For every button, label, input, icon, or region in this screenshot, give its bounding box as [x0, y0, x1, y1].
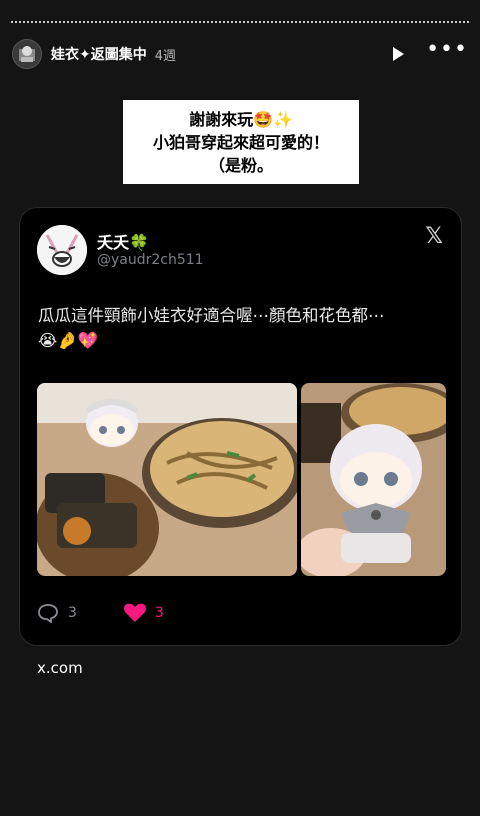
more-options-icon[interactable]: ••• — [426, 39, 468, 61]
x-logo-icon: 𝕏 — [425, 224, 443, 249]
tweet-text-line-1: 瓜瓜這件頸飾小娃衣好適合喔⋯顏色和花色都⋯ — [38, 306, 385, 325]
heart-icon[interactable] — [123, 602, 147, 623]
tweet-card[interactable]: 夭夭🍀 @yaudr2ch511 𝕏 瓜瓜這件頸飾小娃衣好適合喔⋯顏色和花色都⋯… — [19, 207, 462, 646]
tweet-photo-2[interactable] — [301, 383, 446, 576]
story-progress-bar — [11, 21, 469, 25]
reply-count: 3 — [68, 604, 77, 621]
story-text-note: 謝謝來玩🤩✨ 小狛哥穿起來超可愛的！ （是粉。 — [123, 100, 359, 184]
tweet-handle[interactable]: @yaudr2ch511 — [97, 252, 204, 268]
source-link[interactable]: x.com — [37, 659, 83, 677]
tweet-author-avatar[interactable] — [37, 225, 87, 275]
tweet-text: 瓜瓜這件頸飾小娃衣好適合喔⋯顏色和花色都⋯ 😭🤌💖 — [38, 303, 448, 353]
tweet-actions: 3 3 — [37, 602, 164, 623]
doll-photo-image — [301, 383, 446, 576]
like-count: 3 — [154, 604, 164, 621]
note-line-2: 小狛哥穿起來超可愛的！ — [152, 132, 329, 152]
story-timestamp: 4週 — [154, 48, 177, 64]
anime-face-icon — [37, 225, 87, 275]
story-header: 娃衣✦返圖集中 4週 ••• — [12, 38, 468, 70]
tweet-display-name[interactable]: 夭夭🍀 — [97, 229, 149, 253]
doll-avatar-icon — [19, 46, 35, 62]
reply-icon[interactable] — [37, 603, 59, 623]
profile-avatar[interactable] — [12, 39, 42, 69]
play-icon[interactable] — [393, 47, 405, 61]
food-photo-image — [37, 383, 297, 576]
note-line-3: （是粉。 — [208, 155, 273, 175]
tweet-photo-1[interactable] — [37, 383, 297, 576]
tweet-text-line-2: 😭🤌💖 — [38, 331, 99, 350]
story-username[interactable]: 娃衣✦返圖集中 — [51, 44, 147, 64]
note-line-1: 謝謝來玩🤩✨ — [189, 109, 293, 129]
